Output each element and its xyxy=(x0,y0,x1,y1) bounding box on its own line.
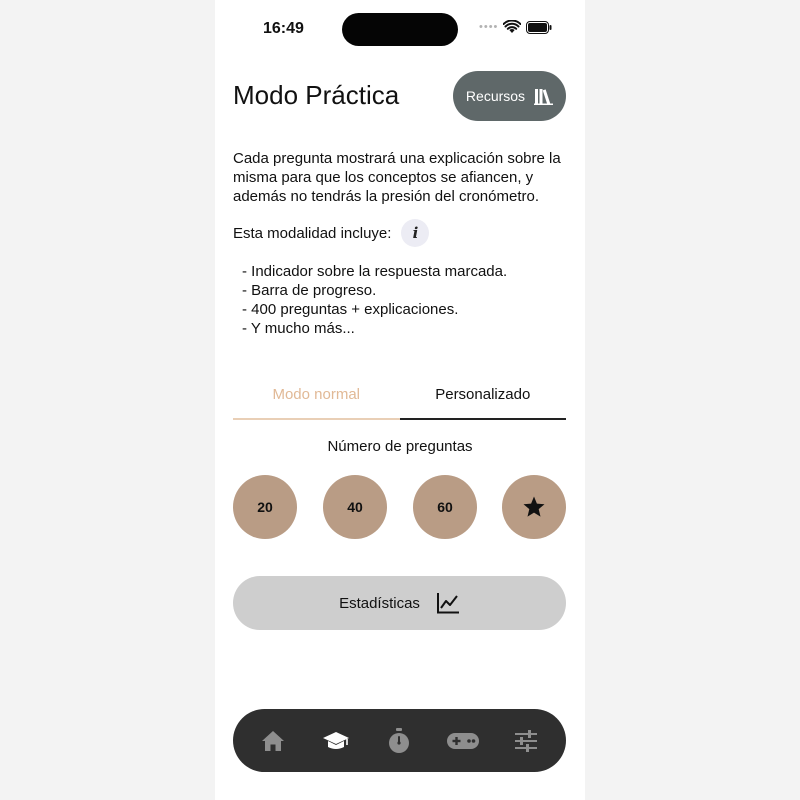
questions-count-label: Número de preguntas xyxy=(327,438,473,455)
bottom-navigation xyxy=(233,709,566,772)
info-icon[interactable]: i xyxy=(401,219,430,247)
status-icons: •••• xyxy=(479,20,552,34)
nav-learn[interactable] xyxy=(316,721,356,761)
mode-tabs: Modo normal Personalizado xyxy=(233,384,566,420)
list-item: - Y mucho más... xyxy=(242,320,355,337)
dynamic-island xyxy=(342,13,458,46)
mode-description: Cada pregunta mostrará una explicación s… xyxy=(233,150,561,205)
status-time: 16:49 xyxy=(263,20,304,37)
feature-list: - Indicador sobre la respuesta marcada. … xyxy=(242,262,507,338)
signal-dots: •••• xyxy=(479,21,499,33)
includes-row: Esta modalidad incluye: i xyxy=(233,219,430,247)
list-item: - Indicador sobre la respuesta marcada. xyxy=(242,263,508,280)
books-icon xyxy=(534,88,554,105)
nav-timer[interactable] xyxy=(379,721,419,761)
sliders-icon xyxy=(515,729,538,752)
wifi-icon xyxy=(503,20,522,33)
nav-home[interactable] xyxy=(253,721,293,761)
gamepad-icon xyxy=(446,732,479,749)
statistics-button[interactable]: Estadísticas xyxy=(233,576,566,630)
questions-40-button[interactable]: 40 xyxy=(323,475,387,539)
phone-screen: 16:49 •••• Modo Práctica Recursos Cada p… xyxy=(215,0,585,800)
line-chart-icon xyxy=(436,593,459,614)
resources-button[interactable]: Recursos xyxy=(453,71,566,121)
list-item: - 400 preguntas + explicaciones. xyxy=(242,301,459,318)
questions-60-button[interactable]: 60 xyxy=(413,475,477,539)
tab-normal-mode[interactable]: Modo normal xyxy=(233,384,400,420)
questions-custom-button[interactable] xyxy=(502,475,566,539)
list-item: - Barra de progreso. xyxy=(242,282,377,299)
nav-games[interactable] xyxy=(443,721,483,761)
tab-custom-mode[interactable]: Personalizado xyxy=(399,384,566,420)
page-title: Modo Práctica xyxy=(233,80,400,110)
nav-settings[interactable] xyxy=(506,721,546,761)
resources-label: Recursos xyxy=(465,88,526,104)
graduation-cap-icon xyxy=(323,731,350,749)
star-icon xyxy=(523,496,545,517)
home-icon xyxy=(261,730,284,751)
stopwatch-icon xyxy=(389,727,410,753)
questions-20-button[interactable]: 20 xyxy=(233,475,297,539)
statistics-label: Estadísticas xyxy=(339,594,420,612)
battery-icon xyxy=(526,20,552,34)
includes-label: Esta modalidad incluye: xyxy=(233,224,392,242)
